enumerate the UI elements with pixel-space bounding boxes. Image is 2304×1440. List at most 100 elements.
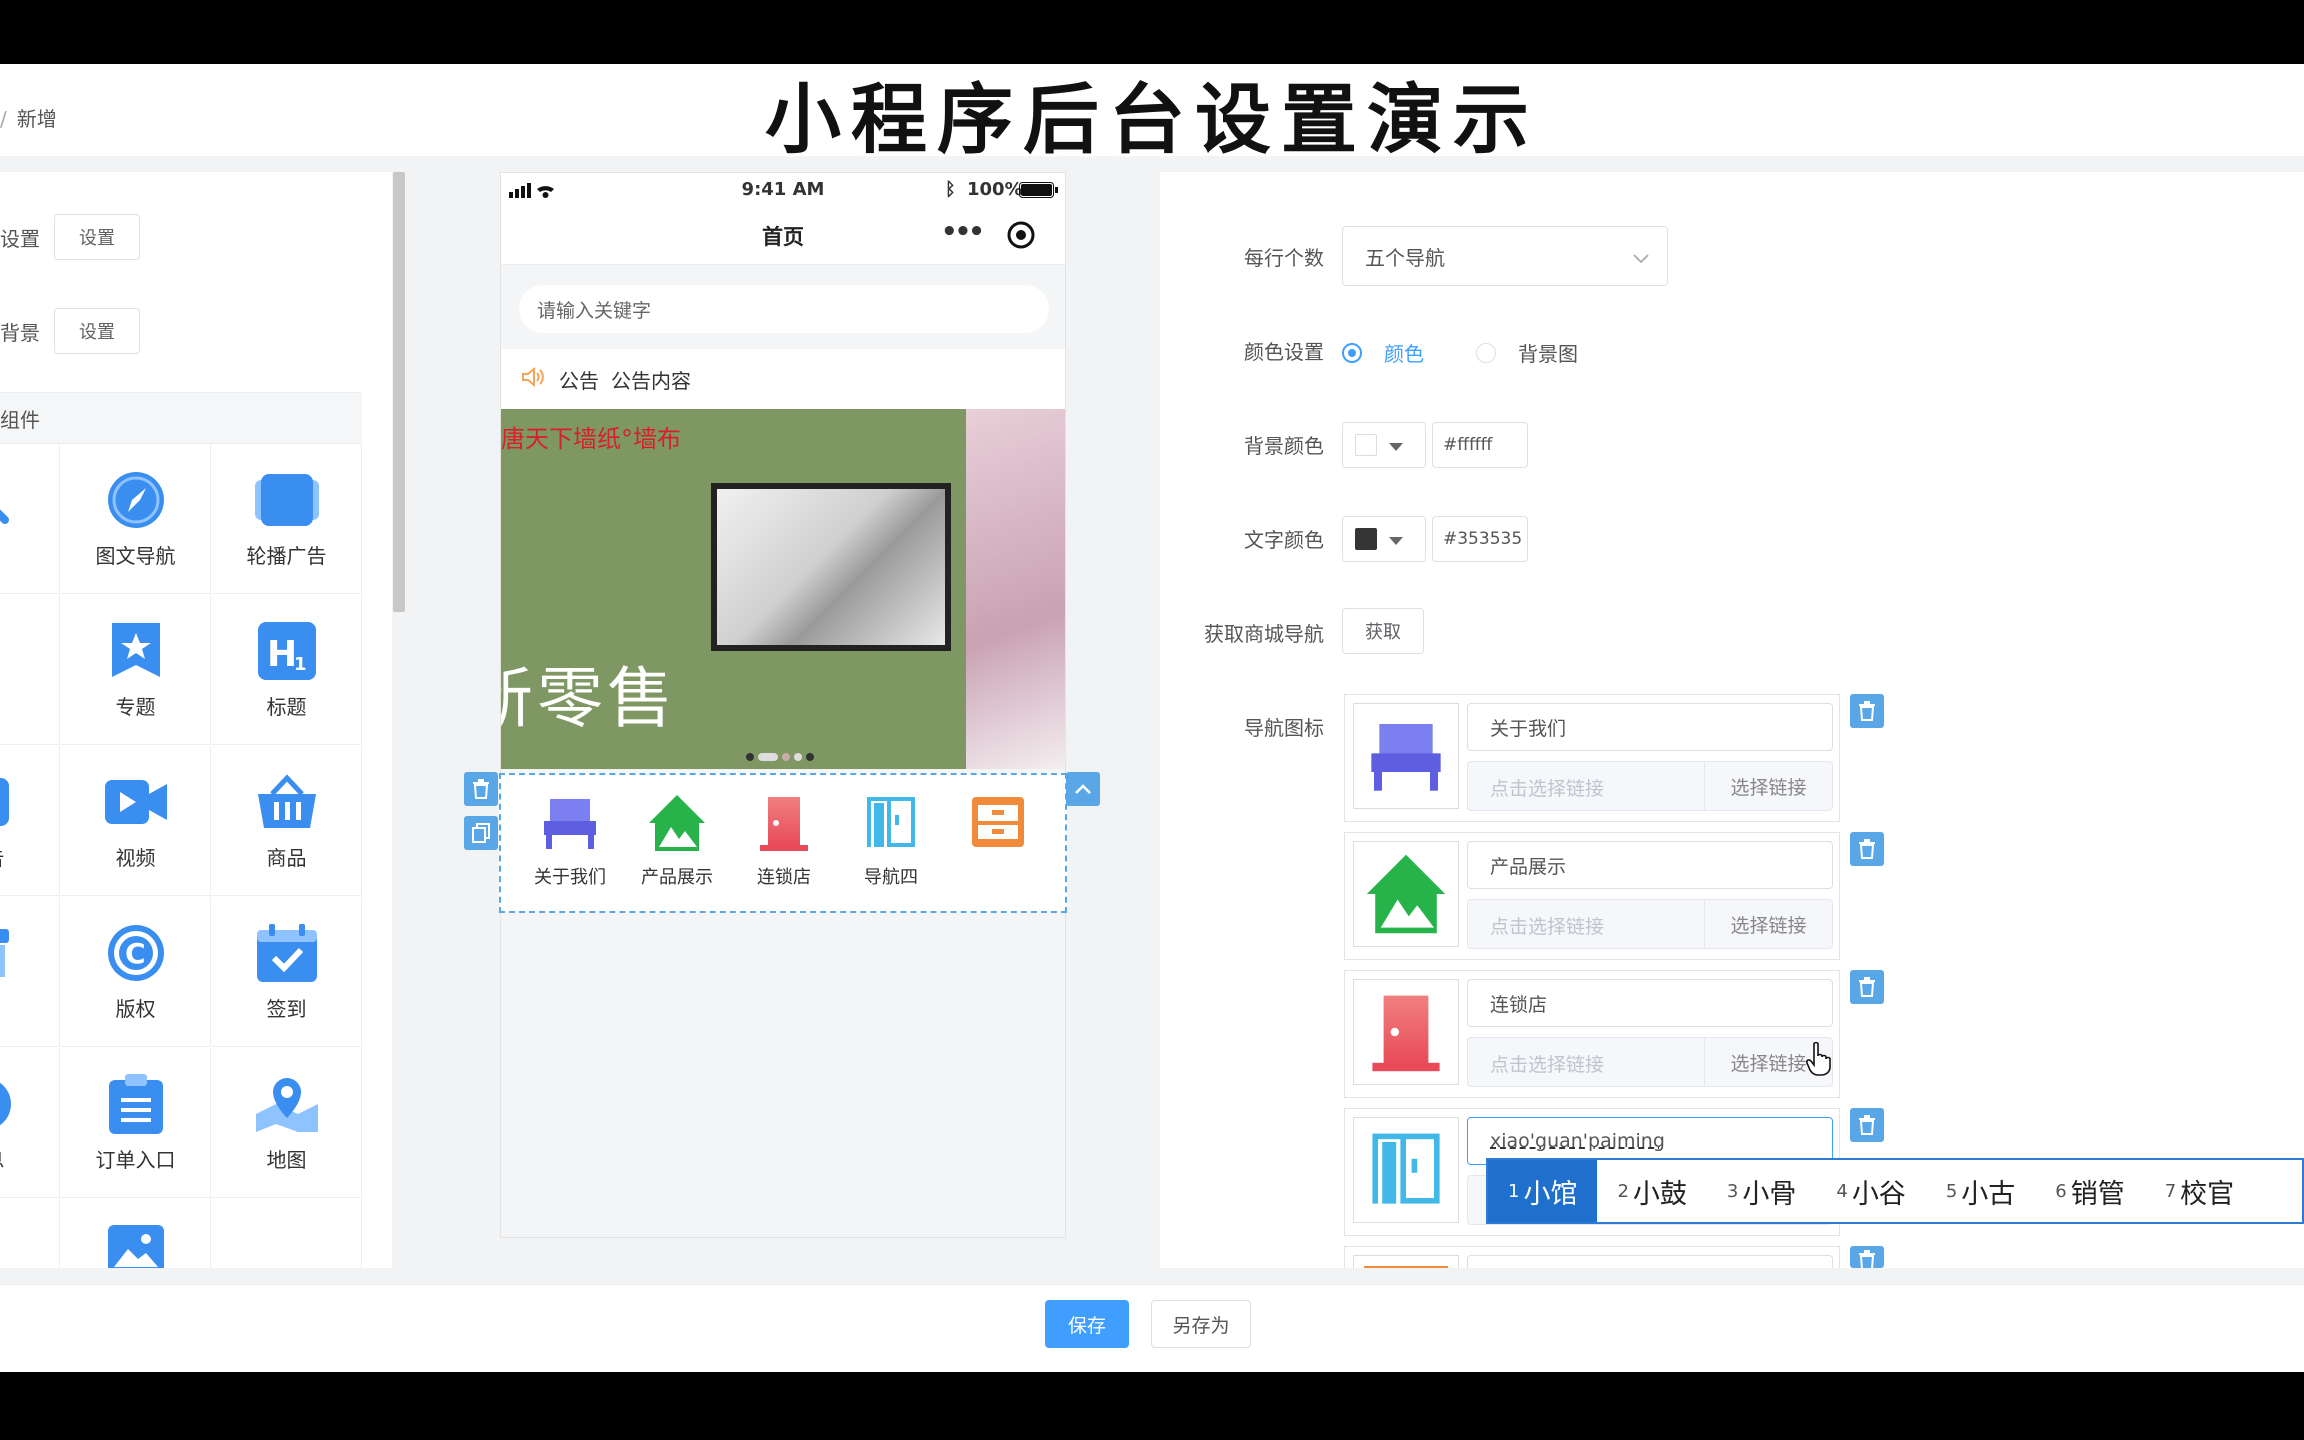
component-topic[interactable]: 专题 (61, 595, 211, 745)
nav-item-five[interactable] (948, 793, 1048, 863)
mountain-icon[interactable] (1353, 841, 1459, 947)
furniture-icon[interactable] (1353, 703, 1459, 809)
move-up-icon[interactable] (1066, 772, 1100, 806)
component-more[interactable] (0, 1199, 60, 1268)
component-carousel[interactable]: 轮播广告 (212, 444, 362, 594)
ime-candidate[interactable]: 4 小谷 (1816, 1160, 1925, 1222)
ime-candidate[interactable]: 1 小馆 (1488, 1160, 1598, 1222)
more-icon[interactable]: ••• (941, 217, 985, 247)
bg-color-picker[interactable] (1342, 422, 1426, 468)
ime-candidate[interactable]: 3 小骨 (1707, 1160, 1816, 1222)
hand-cursor-icon (1806, 1041, 1832, 1080)
fetch-button[interactable]: 获取 (1342, 608, 1424, 654)
component-store[interactable]: 店 (0, 897, 60, 1047)
search-input[interactable]: 请输入关键字 (519, 285, 1049, 333)
ad-icon (0, 770, 17, 834)
radio-color-selected[interactable] (1342, 342, 1362, 363)
letterbox-bottom (0, 1372, 2304, 1440)
svg-text:H: H (267, 634, 297, 675)
carousel-banner[interactable]: 唐天下墙纸°墙布 新零售 (501, 409, 1065, 769)
trash-icon[interactable] (1850, 1108, 1884, 1142)
component-copyright[interactable]: C 版权 (61, 897, 211, 1047)
banner-slide-next (966, 409, 1065, 769)
component-map[interactable]: 地图 (212, 1048, 362, 1198)
nav-name-input[interactable]: 关于我们 (1467, 703, 1833, 751)
compass-icon (104, 468, 168, 532)
color-setting-radio-group: 颜色 背景图 (1342, 338, 1578, 367)
carousel-dots[interactable] (746, 753, 814, 761)
clipboard-icon (104, 1072, 168, 1136)
link-input[interactable]: 点击选择链接 选择链接 (1467, 1037, 1833, 1087)
ime-candidate[interactable]: 5 小古 (1926, 1160, 2035, 1222)
heading-icon: H1 (255, 619, 319, 683)
ime-candidate[interactable]: 7 校官 (2145, 1160, 2254, 1222)
ime-candidate[interactable]: 6 销管 (2035, 1160, 2144, 1222)
radio-color-label[interactable]: 颜色 (1384, 338, 1424, 367)
fetch-nav-label: 获取商城导航 (1204, 622, 1324, 646)
capsule-close-icon[interactable] (1007, 221, 1035, 253)
copyright-icon: C (104, 921, 168, 985)
page-setting-button[interactable]: 设置 (54, 214, 140, 260)
nav-card-about: 关于我们 点击选择链接 选择链接 (1344, 694, 1840, 822)
store-icon (0, 921, 17, 985)
delete-module-icon[interactable] (464, 772, 498, 806)
nav-item-about[interactable]: 关于我们 (520, 793, 620, 889)
text-color-input[interactable]: #353535 (1432, 516, 1528, 562)
radio-bgimg-label[interactable]: 背景图 (1518, 338, 1578, 367)
component-goods[interactable]: 商品 (212, 746, 362, 896)
per-row-value: 五个导航 (1365, 245, 1445, 270)
link-input[interactable]: 点击选择链接 选择链接 (1467, 899, 1833, 949)
nav-item-products[interactable]: 产品展示 (627, 793, 727, 889)
door-icon[interactable] (1353, 979, 1459, 1085)
pick-link-button[interactable]: 选择链接 (1704, 900, 1832, 948)
component-info[interactable]: 信息 (0, 1048, 60, 1198)
component-video[interactable]: 视频 (61, 746, 211, 896)
copy-module-icon[interactable] (464, 816, 498, 850)
door-icon (734, 793, 834, 857)
image-nav-module[interactable]: 关于我们 产品展示 连锁店 导航四 (499, 773, 1067, 913)
component-image[interactable] (61, 1199, 211, 1268)
bg-color-label: 背景颜色 (1244, 434, 1324, 458)
save-button[interactable]: 保存 (1045, 1300, 1129, 1348)
components-header: 组件 (0, 392, 362, 444)
component-notice[interactable]: 告 (0, 595, 60, 745)
left-panel-scrollbar[interactable] (393, 172, 405, 612)
trash-icon[interactable] (1850, 970, 1884, 1004)
component-search[interactable]: 索 (0, 444, 60, 594)
trash-icon[interactable] (1850, 1246, 1884, 1268)
bluetooth-icon: ᛒ (945, 179, 956, 200)
nav-name-input[interactable]: 连锁店 (1467, 979, 1833, 1027)
radio-bgimg[interactable] (1476, 342, 1496, 363)
component-order-entry[interactable]: 订单入口 (61, 1048, 211, 1198)
per-row-select[interactable]: 五个导航 (1342, 226, 1668, 286)
save-as-button[interactable]: 另存为 (1151, 1300, 1251, 1348)
cabinet-icon[interactable] (1353, 1255, 1459, 1268)
image-icon (104, 1218, 168, 1268)
nav-name-input[interactable]: 产品展示 (1467, 841, 1833, 889)
component-heading[interactable]: H1 标题 (212, 595, 362, 745)
text-color-picker[interactable] (1342, 516, 1426, 562)
nav-item-nav-four[interactable]: 导航四 (841, 793, 941, 889)
background-setting-row: 背景 设置 (0, 306, 140, 356)
battery-icon (1019, 182, 1059, 203)
component-panel: 设置 设置 背景 设置 组件 索 图文导航 轮播广告 (0, 172, 392, 1268)
color-setting-label: 颜色设置 (1244, 340, 1324, 364)
nav-item-chain-store[interactable]: 连锁店 (734, 793, 834, 889)
mountain-icon (627, 793, 727, 857)
letterbox-top (0, 0, 2304, 64)
component-ad[interactable]: 广告 (0, 746, 60, 896)
component-image-nav[interactable]: 图文导航 (61, 444, 211, 594)
svg-text:1: 1 (294, 654, 307, 675)
background-setting-button[interactable]: 设置 (54, 308, 140, 354)
link-input[interactable]: 点击选择链接 选择链接 (1467, 761, 1833, 811)
link-placeholder: 点击选择链接 (1490, 778, 1605, 800)
wardrobe-icon[interactable] (1353, 1117, 1459, 1223)
component-checkin[interactable]: 签到 (212, 897, 362, 1047)
pick-link-button[interactable]: 选择链接 (1704, 762, 1832, 810)
bg-color-input[interactable]: #ffffff (1432, 422, 1528, 468)
trash-icon[interactable] (1850, 694, 1884, 728)
nav-name-input[interactable] (1467, 1255, 1833, 1268)
notice-bar: 公告 公告内容 (501, 349, 1065, 409)
trash-icon[interactable] (1850, 832, 1884, 866)
ime-candidate[interactable]: 2 小鼓 (1597, 1160, 1706, 1222)
